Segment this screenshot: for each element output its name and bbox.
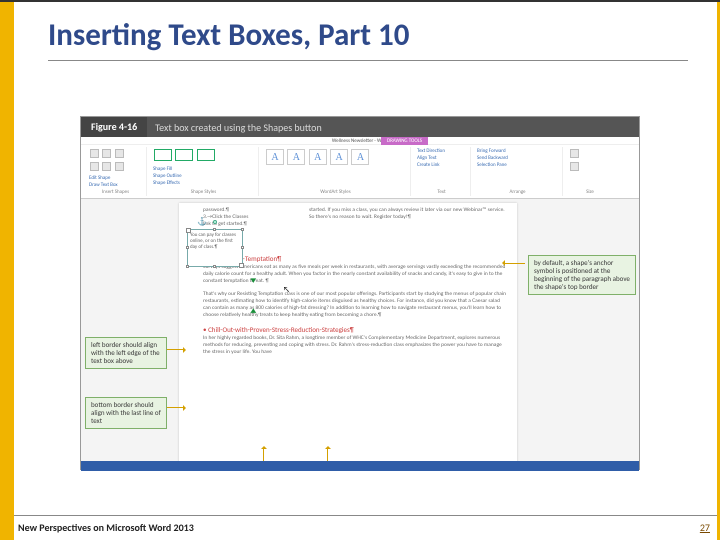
group-label: Text [417,189,466,195]
shape-icon[interactable] [115,149,124,158]
figure-container: Figure 4-16 Text box created using the S… [80,116,640,470]
wordart-preset[interactable]: A [287,149,305,165]
ribbon-commands: Bring Forward Send Backward Selection Pa… [477,148,558,169]
shape-style-preset[interactable] [154,149,172,161]
callout-arrow [167,407,185,408]
ribbon-group-text: Text Direction Align Text Create Link Te… [413,147,471,196]
shape-icon[interactable] [102,149,111,158]
text-box-content: You can pay for classes online, or on th… [188,230,242,252]
shape-icon[interactable] [115,162,124,171]
footer-text: New Perspectives on Microsoft Word 2013 [18,521,194,534]
figure-header: Figure 4-16 Text box created using the S… [81,117,639,137]
callout-bottom-border: bottom border should align with the last… [85,397,167,429]
bring-forward-button[interactable]: Bring Forward [477,148,558,155]
document-heading: Chill-Out-with-Proven-Stress-Reduction-S… [203,325,507,334]
shape-style-preset[interactable] [175,149,193,161]
ribbon-commands: Text Direction Align Text Create Link [417,148,466,169]
word-status-bar [81,461,639,471]
resize-handle[interactable] [186,265,189,268]
document-paragraph: Surveys suggest Americans eat as many as… [203,264,507,285]
drawing-tools-tab[interactable]: DRAWING TOOLS [381,137,428,145]
shape-style-preset[interactable] [197,149,215,161]
ribbon-group-arrange: Bring Forward Send Backward Selection Pa… [473,147,563,196]
text-direction-button[interactable]: Text Direction [417,148,466,155]
ribbon-commands: Shape Fill Shape Outline Shape Effects [153,166,254,187]
word-title-bar: Wellness Newsletter - Word DRAWING TOOLS [81,137,639,145]
body-text-fragment: started. If you miss a class, you can al… [309,207,509,221]
ribbon-commands: Edit Shape Draw Text Box [89,175,142,189]
alignment-arrow [327,447,328,461]
ribbon-group-wordart-styles: A A A A A WordArt Styles [261,147,411,196]
create-link-button[interactable]: Create Link [417,162,466,169]
resize-handle[interactable] [241,228,244,231]
ribbon-group-size: Size [565,147,615,196]
edit-shape-button[interactable]: Edit Shape [89,175,142,182]
wordart-preset[interactable]: A [330,149,348,165]
document-canvas: password.¶ 3.→Click the Classes link to … [81,199,639,461]
send-backward-button[interactable]: Send Backward [477,155,558,162]
document-paragraph: That's why our Resisting Temptation clas… [203,291,507,319]
alignment-arrow [263,447,264,461]
height-field[interactable] [570,149,579,158]
callout-anchor: by default, a shape's anchor symbol is p… [528,255,636,295]
selection-pane-button[interactable]: Selection Pane [477,162,558,169]
document-paragraph: In her highly regarded books, Dr. Sita R… [203,335,507,356]
callout-arrow [503,263,525,264]
word-window-title: Wellness Newsletter - Word [332,138,388,144]
word-window: Wellness Newsletter - Word DRAWING TOOLS… [81,137,639,471]
shape-outline-button[interactable]: Shape Outline [153,173,254,180]
alignment-caret-icon: ▾ [250,275,256,286]
slide-title: Inserting Text Boxes, Part 10 [48,16,409,54]
resize-handle[interactable] [213,265,216,268]
draw-textbox-button[interactable]: Draw Text Box [89,182,142,189]
wordart-preset[interactable]: A [266,149,284,165]
wordart-preset[interactable]: A [351,149,369,165]
group-label: WordArt Styles [265,189,406,195]
ribbon-group-insert-shapes: Edit Shape Draw Text Box Insert Shapes [85,147,147,196]
group-label: Size [569,189,611,195]
ribbon: Edit Shape Draw Text Box Insert Shapes S… [81,145,639,199]
ribbon-group-shape-styles: Shape Fill Shape Outline Shape Effects S… [149,147,259,196]
figure-number: Figure 4-16 [81,117,147,137]
align-text-button[interactable]: Align Text [417,155,466,162]
text-line: link to get started.¶ [203,221,507,228]
inserted-text-box[interactable]: You can pay for classes online, or on th… [187,229,243,267]
resize-handle[interactable] [241,246,244,249]
resize-handle[interactable] [213,228,216,231]
resize-handle[interactable] [186,246,189,249]
shape-icon[interactable] [90,162,99,171]
group-label: Shape Styles [153,189,254,195]
alignment-caret-icon: ▴ [250,305,256,316]
top-border-line [0,0,720,2]
callout-left-border: left border should align with the left e… [85,337,167,369]
figure-title: Text box created using the Shapes button [147,121,322,134]
group-label: Insert Shapes [89,189,142,195]
rotate-handle[interactable] [213,220,217,224]
footer-rule [14,515,717,516]
cursor-icon: ↖ [283,285,290,295]
document-heading: Stand-Up-to-Temptation¶ [203,254,507,263]
shape-fill-button[interactable]: Shape Fill [153,166,254,173]
anchor-icon: ⚓ [197,217,207,227]
shape-effects-button[interactable]: Shape Effects [153,180,254,187]
page-number: 27 [700,521,710,534]
width-field[interactable] [570,162,579,171]
wordart-preset[interactable]: A [309,149,327,165]
group-label: Arrange [477,189,558,195]
shape-icon[interactable] [102,162,111,171]
gold-accent-left [0,0,14,540]
shape-icon[interactable] [90,149,99,158]
title-underline [48,60,688,61]
callout-arrow [167,349,185,350]
